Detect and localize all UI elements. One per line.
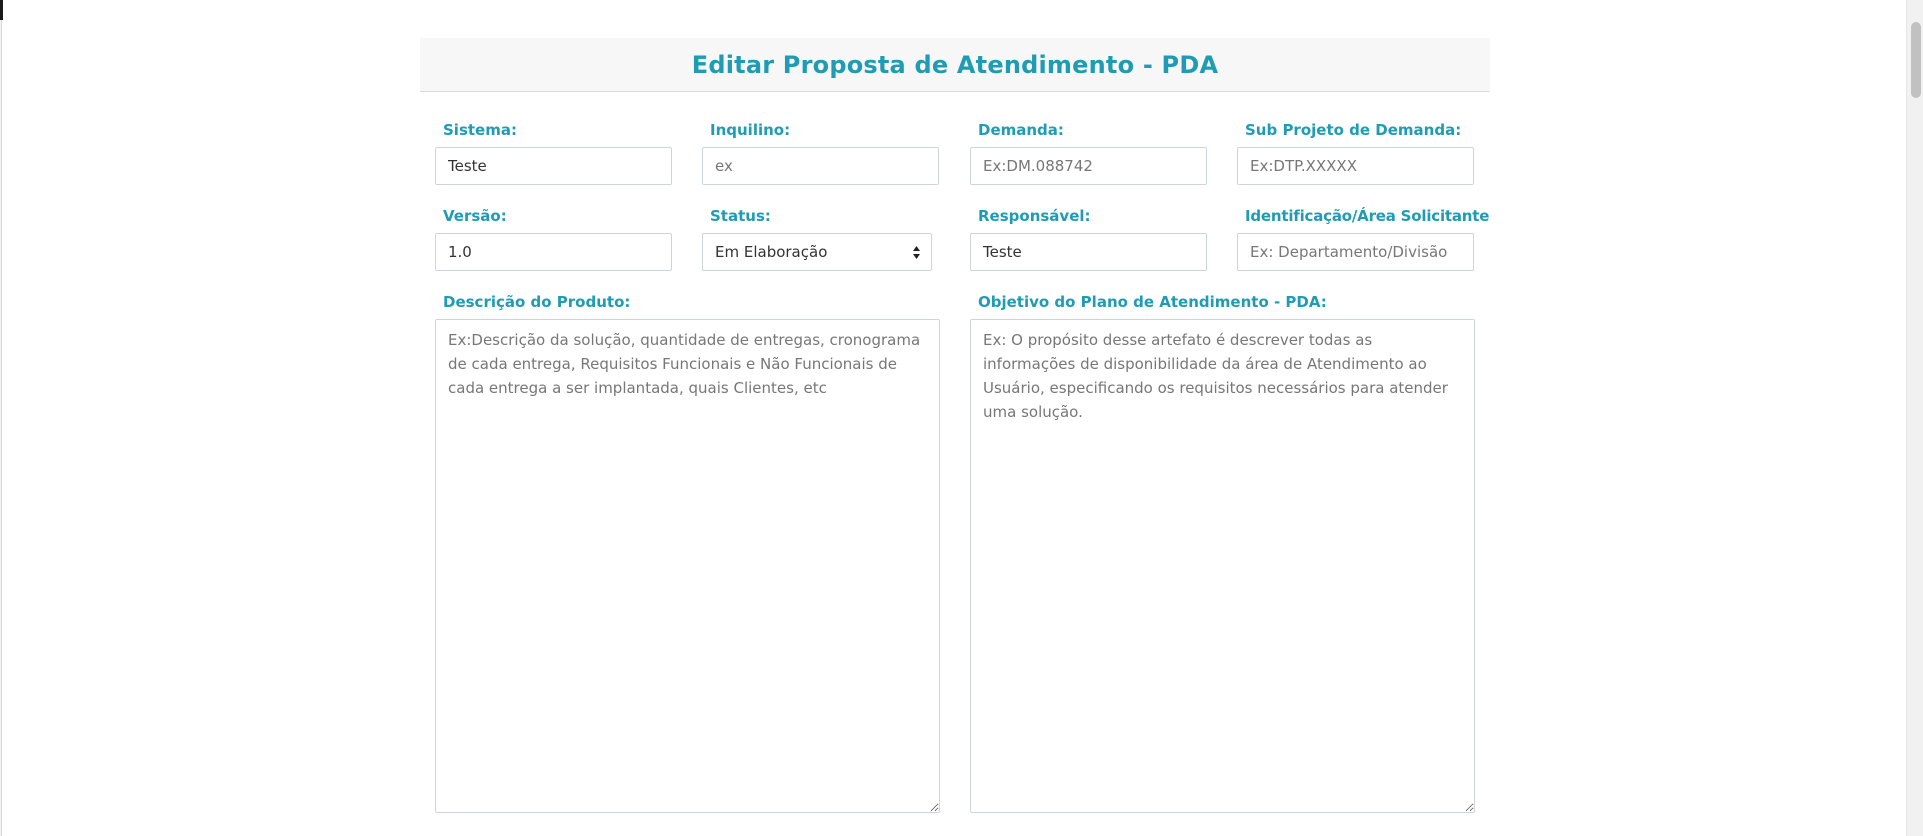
field-status: Status: Em Elaboração [702, 206, 942, 286]
responsavel-label: Responsável: [978, 207, 1091, 225]
field-sub-projeto: Sub Projeto de Demanda: [1237, 120, 1477, 200]
sistema-label: Sistema: [443, 121, 517, 139]
field-responsavel: Responsável: [970, 206, 1210, 286]
inquilino-label: Inquilino: [710, 121, 791, 139]
window-edge-mark [0, 0, 3, 20]
identificacao-input[interactable] [1237, 233, 1474, 271]
sistema-input[interactable] [435, 147, 672, 185]
versao-label: Versão: [443, 207, 507, 225]
field-sistema: Sistema: [435, 120, 675, 200]
responsavel-input[interactable] [970, 233, 1207, 271]
field-identificacao: Identificação/Área Solicitante [1237, 206, 1490, 286]
select-arrows-icon [913, 246, 920, 259]
window-left-edge [0, 0, 2, 836]
form-header: Editar Proposta de Atendimento - PDA [420, 38, 1490, 92]
field-demanda: Demanda: [970, 120, 1210, 200]
status-selected-value: Em Elaboração [715, 243, 828, 261]
page-title: Editar Proposta de Atendimento - PDA [691, 50, 1219, 79]
field-inquilino: Inquilino: [702, 120, 942, 200]
versao-input[interactable] [435, 233, 672, 271]
demanda-input[interactable] [970, 147, 1207, 185]
pda-form-panel: Editar Proposta de Atendimento - PDA Sis… [420, 38, 1490, 836]
status-select[interactable]: Em Elaboração [702, 233, 932, 271]
status-label: Status: [710, 207, 771, 225]
objetivo-textarea[interactable] [970, 319, 1475, 813]
demanda-label: Demanda: [978, 121, 1064, 139]
objetivo-label: Objetivo do Plano de Atendimento - PDA: [978, 293, 1327, 311]
page-scrollbar[interactable] [1906, 0, 1923, 836]
descricao-label: Descrição do Produto: [443, 293, 631, 311]
inquilino-input[interactable] [702, 147, 939, 185]
scrollbar-thumb[interactable] [1911, 22, 1921, 98]
identificacao-label: Identificação/Área Solicitante [1245, 207, 1490, 225]
field-objetivo: Objetivo do Plano de Atendimento - PDA: [970, 292, 1480, 822]
sub-projeto-input[interactable] [1237, 147, 1474, 185]
field-versao: Versão: [435, 206, 675, 286]
field-descricao: Descrição do Produto: [435, 292, 945, 822]
descricao-textarea[interactable] [435, 319, 940, 813]
sub-projeto-label: Sub Projeto de Demanda: [1245, 121, 1462, 139]
